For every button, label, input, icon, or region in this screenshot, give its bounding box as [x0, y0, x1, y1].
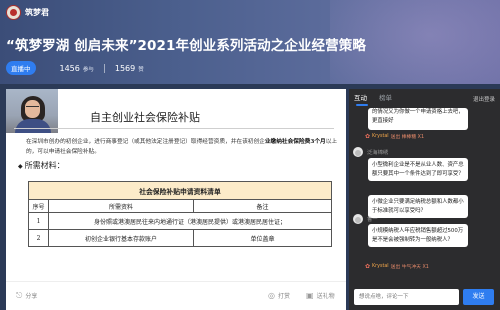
chat-bubble: 的情况又为你做一个申请资格上去吧，更直接好: [368, 108, 468, 130]
stat-divider: [103, 63, 105, 73]
participant-number: 1456: [59, 63, 80, 73]
share-icon: ⎋: [16, 290, 23, 300]
slide-intro-prefix: 在深圳市创办的初创企业，进行商事登记（或其他法定注册登记）取得经营资质，并在该初…: [26, 139, 265, 145]
slide-title: 自主创业社会保险补贴: [90, 111, 200, 124]
tip-label: 打赏: [277, 293, 290, 300]
chat-message-list[interactable]: 的情况又为你做一个申请资格上去吧，更直接好 ✿ Krystal 送出 棒棒糖 X…: [349, 108, 500, 275]
slide-intro: 在深圳市创办的初创企业，进行商事登记（或其他法定注册登记）取得经营资质，并在该初…: [26, 138, 338, 157]
materials-label: 所需材料：: [24, 161, 65, 170]
table-row: 1 身份照或港澳居民往来内地通行证（港澳居民提供）或港澳居民居住证；: [28, 212, 332, 230]
event-stats: 直播中 1456 参与 1569 赞: [6, 61, 144, 75]
live-status-badge: 直播中: [6, 61, 36, 75]
gift-notice: ✿ Krystal 送出 牛气冲天 X1: [365, 263, 429, 270]
gift-text: 送出 棒棒糖 X1: [390, 135, 425, 140]
like-count: 1569 赞: [115, 64, 144, 73]
presenter-camera[interactable]: [6, 89, 58, 133]
share-button[interactable]: ⎋ 分享: [16, 291, 37, 300]
materials-heading: ◆ 所需材料：: [18, 160, 65, 171]
table-cell: 1: [28, 212, 49, 230]
table-cell: 初创企业银行基本存款账户: [48, 229, 194, 247]
comment-bar: 发送: [349, 285, 500, 310]
chat-bubble: 小微企业只要满足纳税总额和人数都小于标准就可以享受吗？: [368, 195, 468, 218]
participant-count: 1456 参与: [60, 64, 94, 73]
table-header-material: 所需资料: [48, 199, 194, 213]
interaction-panel: 互动 榜单 退出登录 的情况又为你做一个申请资格上去吧，更直接好 ✿ Kryst…: [349, 89, 500, 310]
gift-icon: ▣: [306, 290, 314, 300]
gift-label: 送礼物: [316, 293, 335, 300]
gift-icon: ✿: [365, 133, 371, 140]
event-header: 筑梦君 “筑梦罗湖 创启未来”2021年创业系列活动之企业经营策略 直播中 14…: [0, 0, 500, 84]
table-row: 2 初创企业银行基本存款账户 单位盖章: [28, 229, 332, 247]
avatar[interactable]: [353, 147, 363, 157]
avatar[interactable]: [353, 214, 363, 224]
brand-name: 筑梦君: [25, 8, 49, 17]
chat-username: 鲁一: [367, 217, 378, 223]
like-number: 1569: [114, 63, 136, 73]
chat-bubble: 小型微利企业是不是从业人数、资产总额只要其中一个条件达到了即可享受？: [368, 158, 468, 181]
table-header-remark: 备注: [193, 199, 332, 213]
brand[interactable]: 筑梦君: [6, 5, 49, 20]
chat-bubble: 小规模纳税人年应税销售额超过500万是不是会被强制转为一般纳税人？: [368, 224, 468, 247]
event-title: “筑梦罗湖 创启未来”2021年创业系列活动之企业经营策略: [6, 38, 366, 54]
gift-user: Krystal: [372, 134, 389, 139]
like-label: 赞: [138, 66, 144, 73]
gift-icon: ✿: [365, 263, 371, 270]
tab-interact[interactable]: 互动: [354, 89, 368, 108]
gift-user: Krystal: [372, 264, 389, 269]
tip-button[interactable]: ◎ 打赏: [268, 291, 290, 300]
send-button[interactable]: 发送: [463, 289, 494, 305]
slide-intro-bold: 业缴纳社会保险费3个月: [264, 139, 326, 145]
logout-link[interactable]: 退出登录: [473, 95, 495, 103]
table-caption: 社会保险补贴申请资料清单: [28, 181, 332, 200]
brand-logo-icon: [6, 5, 21, 20]
tab-ranking[interactable]: 榜单: [379, 89, 392, 108]
table-cell: 身份照或港澳居民往来内地通行证（港澳居民提供）或港澳居民居住证；: [48, 212, 332, 230]
gift-button[interactable]: ▣ 送礼物: [306, 291, 335, 300]
table-cell: 2: [28, 229, 49, 247]
slide-divider: [14, 128, 334, 129]
participant-label: 参与: [82, 66, 94, 73]
diamond-bullet-icon: ◆: [18, 163, 23, 170]
share-label: 分享: [25, 293, 38, 300]
live-video-player[interactable]: 自主创业社会保险补贴 在深圳市创办的初创企业，进行商事登记（或其他法定注册登记）…: [6, 89, 346, 281]
chat-username: 泛海锦绣: [367, 150, 389, 156]
comment-input[interactable]: [354, 289, 459, 305]
video-action-bar: ⎋ 分享 ◎ 打赏 ▣ 送礼物: [6, 281, 346, 310]
table-header-index: 序号: [28, 199, 49, 213]
table-cell: 单位盖章: [193, 229, 332, 247]
gift-text: 送出 牛气冲天 X1: [390, 265, 429, 270]
gift-notice: ✿ Krystal 送出 棒棒糖 X1: [365, 133, 424, 140]
materials-table: 社会保险补贴申请资料清单 序号 所需资料 备注 1 身份照或港澳居民往来内地通行…: [28, 181, 332, 247]
coin-icon: ◎: [268, 290, 275, 300]
